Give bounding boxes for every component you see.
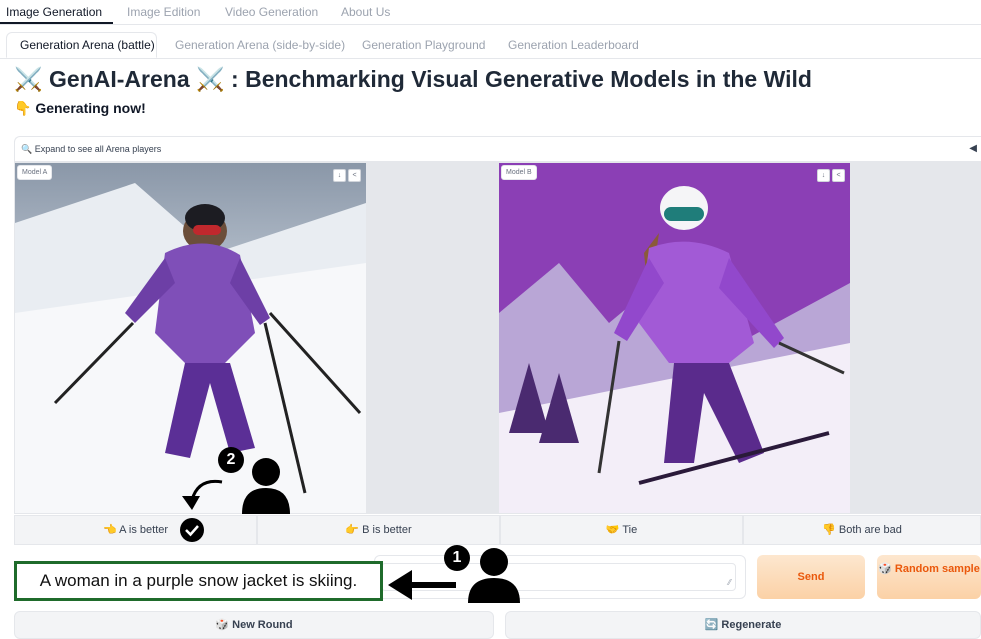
- regenerate-button[interactable]: 🔄 Regenerate: [505, 611, 981, 639]
- tab-video-generation[interactable]: Video Generation: [225, 5, 318, 19]
- arena-players-accordion[interactable]: 🔍 Expand to see all Arena players ◀: [14, 136, 981, 162]
- resize-handle-icon[interactable]: ⁄⁄: [728, 578, 731, 587]
- download-icon[interactable]: ↓: [817, 169, 830, 182]
- page-title: ⚔️ GenAI-Arena ⚔️ : Benchmarking Visual …: [14, 66, 812, 92]
- checkmark-icon: [180, 518, 204, 542]
- share-icon[interactable]: <: [832, 169, 845, 182]
- download-icon[interactable]: ↓: [333, 169, 346, 182]
- model-b-label: Model B: [501, 165, 537, 180]
- generating-status: 👇 Generating now!: [14, 100, 146, 116]
- b-is-better-label: 👉 B is better: [345, 524, 412, 536]
- tab-image-generation[interactable]: Image Generation: [6, 5, 102, 19]
- model-a-label: Model A: [17, 165, 53, 180]
- top-tab-bar: Image Generation Image Edition Video Gen…: [0, 0, 981, 25]
- tie-button[interactable]: 🤝 Tie: [500, 515, 743, 545]
- subtab-arena-battle[interactable]: Generation Arena (battle): [20, 38, 155, 52]
- curved-arrow-icon: [182, 479, 223, 510]
- new-round-button[interactable]: 🎲 New Round: [14, 611, 494, 639]
- prompt-text-callout: A woman in a purple snow jacket is skiin…: [14, 561, 383, 601]
- random-sample-button[interactable]: 🎲 Random sample: [877, 555, 981, 599]
- active-tab-indicator: [0, 22, 113, 24]
- user-icon: [468, 548, 520, 603]
- tie-label: 🤝 Tie: [605, 524, 638, 536]
- tab-about-us[interactable]: About Us: [341, 5, 390, 19]
- accordion-toggle-icon[interactable]: ◀: [969, 143, 977, 154]
- sub-tab-bar: Generation Arena (battle) Generation Are…: [0, 32, 981, 59]
- b-is-better-button[interactable]: 👉 B is better: [257, 515, 500, 545]
- share-icon[interactable]: <: [348, 169, 361, 182]
- accordion-label: 🔍 Expand to see all Arena players: [21, 144, 162, 154]
- both-bad-label: 👎 Both are bad: [822, 524, 902, 536]
- subtab-playground[interactable]: Generation Playground: [362, 38, 485, 52]
- left-arrow-icon: [388, 570, 456, 600]
- model-b-image: [499, 163, 850, 513]
- model-b-panel: Model B ↓ <: [498, 162, 981, 514]
- both-bad-button[interactable]: 👎 Both are bad: [743, 515, 981, 545]
- user-icon: [242, 458, 290, 514]
- tab-image-edition[interactable]: Image Edition: [127, 5, 200, 19]
- model-a-image: [15, 163, 366, 513]
- subtab-arena-side-by-side[interactable]: Generation Arena (side-by-side): [175, 38, 345, 52]
- a-is-better-button[interactable]: 👈 A is better: [14, 515, 257, 545]
- send-button[interactable]: Send: [757, 555, 865, 599]
- subtab-leaderboard[interactable]: Generation Leaderboard: [508, 38, 639, 52]
- a-is-better-label: 👈 A is better: [102, 524, 169, 536]
